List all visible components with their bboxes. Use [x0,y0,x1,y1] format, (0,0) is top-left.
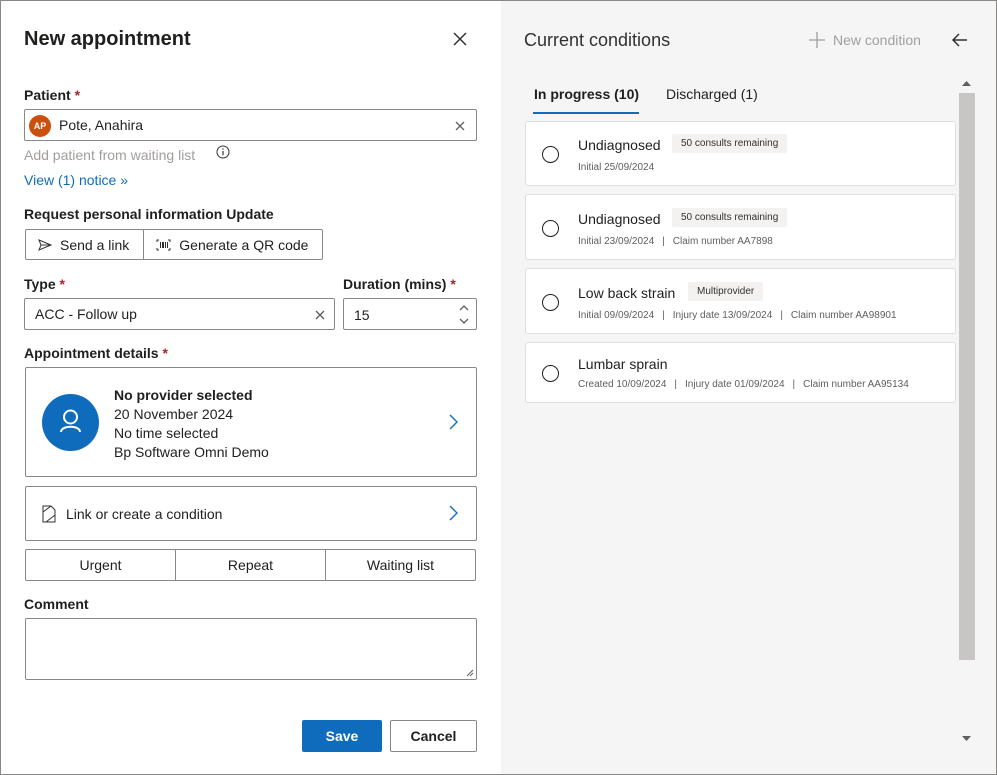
chevron-up-icon[interactable] [458,303,470,313]
scroll-up-icon[interactable] [961,79,972,87]
conditions-title: Current conditions [524,30,671,50]
condition-meta: Created 10/09/2024 | Injury date 01/09/202… [578,379,909,390]
scrollbar-thumb[interactable] [959,93,975,660]
radio-button[interactable] [542,146,559,163]
appointment-details-card[interactable]: No provider selected 20 November 2024 No… [25,367,477,477]
repeat-button[interactable]: Repeat [175,550,325,580]
date-text: 20 November 2024 [114,406,234,422]
condition-name: Lumbar sprain [578,356,668,372]
condition-icon [42,505,56,523]
status-badge: Multiprovider [688,282,764,301]
waiting-list-button[interactable]: Waiting list [325,550,475,580]
save-button[interactable]: Save [302,720,382,752]
tab-discharged[interactable]: Discharged (1) [666,86,758,102]
info-icon[interactable] [216,145,230,159]
comment-textarea[interactable] [25,618,477,680]
scroll-down-icon[interactable] [961,735,972,743]
condition-meta: Initial 25/09/2024 [578,162,655,173]
duration-label: Duration (mins) * [343,276,456,292]
condition-name: Undiagnosed [578,137,661,153]
window: New appointment Patient * AP Pote, Anahi… [0,0,997,775]
person-icon [60,409,81,433]
cancel-button[interactable]: Cancel [390,720,477,752]
tab-in-progress[interactable]: In progress (10) [534,86,639,102]
chevron-right-icon [449,414,458,430]
status-badge: 50 consults remaining [672,208,788,227]
request-info-button-group: Send a link Generate a QR code [25,229,324,260]
condition-item[interactable]: Low back strain Multiprovider Initial 09… [525,268,956,334]
condition-meta: Initial 09/09/2024 | Injury date 13/09/202… [578,310,897,321]
new-condition-button[interactable]: New condition [808,31,921,49]
duration-stepper[interactable]: 15 [343,298,477,330]
link-condition-label: Link or create a condition [66,506,223,522]
send-link-button[interactable]: Send a link [26,230,143,259]
patient-label: Patient * [24,87,81,103]
appointment-details-label: Appointment details * [24,345,168,361]
avatar: AP [29,115,51,137]
urgent-button[interactable]: Urgent [26,550,175,580]
view-notice-link[interactable]: View (1) notice » [24,172,128,188]
condition-item[interactable]: Undiagnosed 50 consults remaining Initia… [525,121,956,186]
dialog-title: New appointment [24,28,191,50]
radio-button[interactable] [542,220,559,237]
new-appointment-panel: New appointment Patient * AP Pote, Anahi… [1,1,501,774]
patient-name: Pote, Anahira [59,117,144,133]
active-tab-indicator [533,112,639,114]
qr-code-icon [156,239,171,250]
generate-qr-button[interactable]: Generate a QR code [143,230,322,259]
duration-value: 15 [354,307,370,323]
patient-field[interactable]: AP Pote, Anahira [24,109,477,141]
condition-name: Low back strain [578,285,676,301]
clear-type-icon[interactable] [313,308,327,322]
location-text: Bp Software Omni Demo [114,444,269,460]
type-value: ACC - Follow up [35,306,137,322]
send-icon [38,238,52,251]
radio-button[interactable] [542,294,559,311]
priority-button-group: Urgent Repeat Waiting list [25,549,476,581]
comment-label: Comment [24,596,89,612]
chevron-right-icon [449,505,458,521]
time-text: No time selected [114,425,219,441]
status-badge: 50 consults remaining [672,134,788,153]
radio-button[interactable] [542,365,559,382]
link-condition-card[interactable]: Link or create a condition [25,486,477,541]
clear-patient-icon[interactable] [453,119,467,133]
add-from-waiting-list-link[interactable]: Add patient from waiting list [24,147,195,163]
double-chevron-right-icon: » [120,172,129,188]
provider-avatar [42,394,99,451]
current-conditions-panel: Current conditions New condition In prog… [501,1,996,774]
type-dropdown[interactable]: ACC - Follow up [24,298,335,330]
type-label: Type * [24,276,65,292]
resize-handle-icon[interactable] [464,667,474,677]
condition-item[interactable]: Undiagnosed 50 consults remaining Initia… [525,194,956,260]
condition-item[interactable]: Lumbar sprain Created 10/09/2024 | Injury … [525,342,956,403]
appointment-summary: No provider selected 20 November 2024 No… [114,386,269,462]
condition-name: Undiagnosed [578,211,661,227]
back-arrow-icon[interactable] [950,30,970,50]
provider-text: No provider selected [114,387,253,403]
chevron-down-icon[interactable] [458,316,470,326]
plus-icon [809,32,825,48]
request-info-label: Request personal information Update [24,206,274,222]
scrollbar[interactable] [958,73,975,748]
close-icon[interactable] [450,29,470,49]
condition-meta: Initial 23/09/2024 | Claim number AA7898 [578,236,773,247]
